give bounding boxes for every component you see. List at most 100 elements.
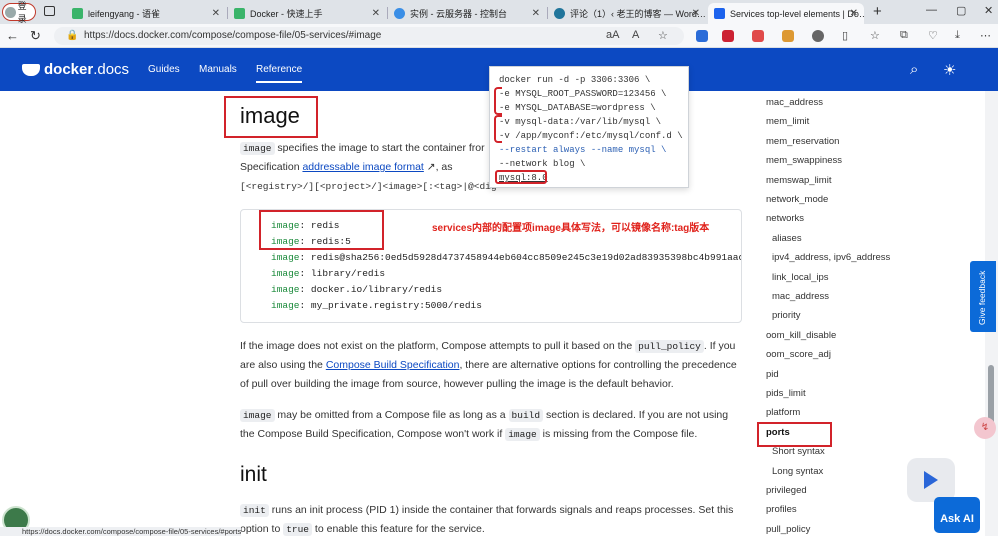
popup-line: -e MYSQL_ROOT_PASSWORD=123456 \ bbox=[499, 89, 667, 99]
toc-item[interactable]: pull_policy bbox=[766, 524, 810, 535]
translate-widget-icon[interactable]: ↯ bbox=[974, 417, 996, 439]
toc-item[interactable]: mac_address bbox=[766, 97, 823, 108]
toc-item[interactable]: platform bbox=[766, 407, 800, 418]
toc-item[interactable]: mem_limit bbox=[766, 116, 809, 127]
ask-ai-button[interactable]: Ask AI bbox=[934, 497, 980, 533]
toc-item[interactable]: aliases bbox=[772, 233, 802, 244]
tab-title: leifengyang - 语雀 bbox=[88, 9, 161, 19]
command-note-popup: docker run -d -p 3306:3306 \ -e MYSQL_RO… bbox=[489, 66, 689, 188]
status-bar-url: https://docs.docker.com/compose/compose-… bbox=[0, 527, 242, 536]
collections-icon[interactable]: ⧉ bbox=[900, 29, 908, 42]
toc-item[interactable]: pids_limit bbox=[766, 388, 806, 399]
toc-item[interactable]: ipv4_address, ipv6_address bbox=[772, 252, 890, 263]
highlight-box bbox=[495, 170, 547, 184]
toc-item[interactable]: networks bbox=[766, 213, 804, 224]
nav-reference[interactable]: Reference bbox=[256, 64, 303, 83]
toc-item[interactable]: mem_swappiness bbox=[766, 155, 842, 166]
code-line: image: docker.io/library/redis bbox=[271, 284, 443, 295]
yuque-icon bbox=[72, 8, 83, 19]
docker-icon bbox=[714, 8, 725, 19]
popup-line: -v /app/myconf:/etc/mysql/conf.d \ bbox=[499, 131, 683, 141]
lock-icon: 🔒 bbox=[66, 30, 79, 41]
split-screen-icon[interactable]: ▯ bbox=[842, 29, 848, 42]
toc-item[interactable]: oom_kill_disable bbox=[766, 330, 836, 341]
extension-icon[interactable] bbox=[782, 30, 794, 42]
close-icon[interactable]: ✕ bbox=[850, 8, 858, 19]
close-icon[interactable]: ✕ bbox=[212, 8, 220, 19]
toc-item[interactable]: Short syntax bbox=[772, 446, 825, 457]
tab-docker-docs[interactable]: Services top-level elements | Do… ✕ bbox=[708, 3, 864, 24]
extension-icon[interactable] bbox=[752, 30, 764, 42]
docker-docs-logo[interactable]: docker .docs bbox=[22, 61, 129, 78]
toc-item[interactable]: profiles bbox=[766, 504, 797, 515]
favorite-star-icon[interactable]: ☆ bbox=[658, 29, 668, 42]
tab-yuque[interactable]: leifengyang - 语雀 ✕ bbox=[66, 3, 226, 24]
tab-cloud-console[interactable]: 实例 - 云服务器 - 控制台 ✕ bbox=[388, 3, 546, 24]
url-field[interactable]: 🔒 https://docs.docker.com/compose/compos… bbox=[54, 27, 684, 45]
extensions-icon[interactable]: ♡ bbox=[928, 29, 938, 42]
video-player-icon[interactable] bbox=[907, 458, 955, 502]
more-menu-icon[interactable]: ⋯ bbox=[980, 29, 991, 42]
tab-bar: 登录 leifengyang - 语雀 ✕ Docker - 快速上手 ✕ 实例… bbox=[0, 0, 998, 24]
tab-wordpress[interactable]: 评论（1）‹ 老王的博客 — Word… ✕ bbox=[548, 3, 706, 24]
play-icon bbox=[924, 471, 938, 489]
theme-toggle-icon[interactable]: ☀ bbox=[943, 61, 956, 79]
toc-item[interactable]: oom_score_adj bbox=[766, 349, 831, 360]
image-syntax: [<registry>/][<project>/]<image>[:<tag>|… bbox=[240, 181, 497, 192]
code-line: image: redis@sha256:0ed5d5928d4737458944… bbox=[271, 252, 742, 263]
popup-line: -v mysql-data:/var/lib/mysql \ bbox=[499, 117, 662, 127]
toc-item[interactable]: network_mode bbox=[766, 194, 828, 205]
para1-line-2: are also using the Compose Build Specifi… bbox=[240, 359, 737, 371]
nav-manuals[interactable]: Manuals bbox=[199, 64, 237, 75]
give-feedback-button[interactable]: Give feedback bbox=[970, 261, 996, 332]
para2-line-1: image may be omitted from a Compose file… bbox=[240, 405, 728, 426]
tab-title: Docker - 快速上手 bbox=[250, 9, 323, 19]
compose-build-spec-link[interactable]: Compose Build Specification bbox=[326, 359, 460, 371]
profile-login-button[interactable]: 登录 bbox=[2, 1, 36, 24]
read-aloud-icon[interactable]: A bbox=[632, 29, 639, 41]
addressable-image-format-link[interactable]: addressable image format bbox=[302, 161, 423, 173]
maximize-icon[interactable]: ▢ bbox=[956, 4, 966, 17]
popup-line: --network blog \ bbox=[499, 159, 586, 169]
cloud-icon bbox=[394, 8, 405, 19]
close-window-icon[interactable]: ✕ bbox=[984, 4, 993, 17]
para1-line-3: of pull over building the image from sou… bbox=[240, 378, 674, 390]
toc-item[interactable]: pid bbox=[766, 369, 779, 380]
para3-line-1: init runs an init process (PID 1) inside… bbox=[240, 500, 733, 521]
annotation-note: services内部的配置项image具体写法，可以镜像名称:tag版本 bbox=[432, 223, 710, 234]
highlight-bracket bbox=[494, 87, 502, 115]
toc-item[interactable]: link_local_ips bbox=[772, 272, 829, 283]
code-line: image: library/redis bbox=[271, 268, 386, 279]
highlight-bracket bbox=[494, 115, 502, 143]
minimize-icon[interactable]: — bbox=[926, 4, 937, 16]
read-mode-icon[interactable]: aA bbox=[606, 29, 619, 41]
para2-line-2: the Compose Build Specification, Compose… bbox=[240, 428, 698, 441]
close-icon[interactable]: ✕ bbox=[532, 8, 540, 19]
close-icon[interactable]: ✕ bbox=[692, 8, 700, 19]
reload-icon[interactable]: ↻ bbox=[30, 28, 41, 44]
highlight-box bbox=[259, 210, 384, 250]
toc-item[interactable]: privileged bbox=[766, 485, 807, 496]
new-tab-button[interactable]: + bbox=[873, 3, 882, 20]
para1-line-1: If the image does not exist on the platf… bbox=[240, 340, 736, 353]
extension-icon[interactable] bbox=[696, 30, 708, 42]
popup-line: --restart always --name mysql \ bbox=[499, 145, 667, 155]
toc-item[interactable]: mem_reservation bbox=[766, 136, 839, 147]
url-text: https://docs.docker.com/compose/compose-… bbox=[84, 30, 382, 41]
downloads-icon[interactable]: ⤓ bbox=[955, 29, 960, 42]
wordpress-icon bbox=[554, 8, 565, 19]
toc-item[interactable]: mac_address bbox=[772, 291, 829, 302]
toc-item[interactable]: priority bbox=[772, 310, 801, 321]
extension-icon[interactable] bbox=[722, 30, 734, 42]
tab-docker-quickstart[interactable]: Docker - 快速上手 ✕ bbox=[228, 3, 386, 24]
login-label: 登录 bbox=[17, 1, 27, 24]
favorites-icon[interactable]: ☆ bbox=[870, 29, 880, 42]
toc-item[interactable]: memswap_limit bbox=[766, 175, 831, 186]
back-arrow-icon[interactable]: ← bbox=[6, 28, 19, 43]
toc-item[interactable]: Long syntax bbox=[772, 466, 823, 477]
workspaces-icon[interactable] bbox=[44, 6, 55, 16]
nav-guides[interactable]: Guides bbox=[148, 64, 180, 75]
close-icon[interactable]: ✕ bbox=[372, 8, 380, 19]
extension-icon[interactable] bbox=[812, 30, 824, 42]
search-icon[interactable]: ⌕ bbox=[910, 61, 918, 78]
